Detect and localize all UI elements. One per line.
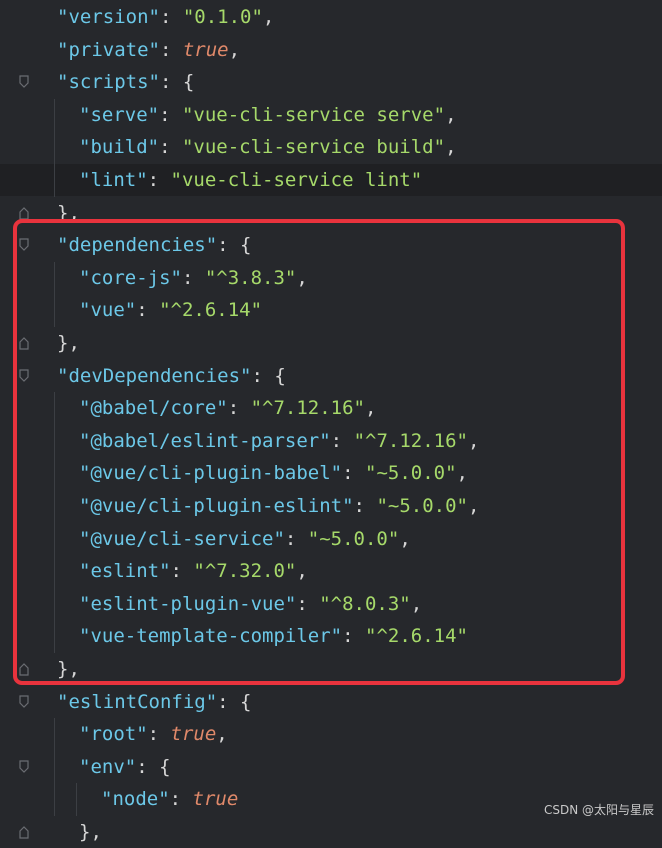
code-token: "build" (79, 136, 160, 159)
code-line[interactable]: "serve": "vue-cli-service serve", (0, 99, 662, 131)
code-token: "lint" (79, 169, 148, 191)
code-line[interactable]: }, (0, 816, 662, 848)
code-token: "eslintConfig" (57, 690, 218, 713)
code-line[interactable]: "eslintConfig": { (0, 686, 662, 718)
code-token: : (147, 169, 171, 191)
code-token: "node" (101, 788, 170, 811)
code-token: , (228, 38, 241, 61)
code-line[interactable]: "private": true, (0, 34, 662, 66)
code-token: : { (136, 755, 171, 778)
fold-open-icon[interactable] (18, 75, 30, 89)
code-token: , (445, 136, 457, 159)
code-token: "scripts" (57, 71, 160, 94)
indent-guide (54, 98, 55, 197)
code-text: "build": "vue-cli-service build", (79, 131, 457, 163)
code-text: }, (79, 816, 102, 848)
fold-open-icon[interactable] (18, 760, 30, 774)
fold-open-icon[interactable] (18, 694, 30, 709)
code-line[interactable]: "root": true, (0, 718, 662, 750)
code-token: "serve" (79, 103, 160, 126)
indent-guide (54, 718, 55, 816)
code-text: "private": true, (57, 34, 240, 66)
code-text: "eslintConfig": { (57, 686, 251, 718)
code-token: }, (79, 821, 102, 843)
code-token: "vue-cli-service lint" (170, 169, 423, 191)
code-text: "env": { (79, 751, 171, 783)
code-token: , (445, 103, 457, 126)
code-token: : { (159, 71, 195, 94)
code-token: true (170, 723, 217, 746)
code-text: "node": true (101, 783, 238, 815)
code-token: : (159, 6, 183, 28)
code-line[interactable]: "build": "vue-cli-service build", (0, 131, 662, 163)
code-token: "private" (57, 38, 160, 61)
code-editor[interactable]: "version": "0.1.0", "private": true, "scri… (0, 0, 662, 843)
code-line[interactable]: "version": "0.1.0", (0, 1, 662, 33)
code-token: , (262, 6, 275, 28)
code-text: "scripts": { (57, 66, 194, 98)
fold-close-icon[interactable] (18, 825, 30, 839)
code-token: "vue-cli-service build" (181, 136, 446, 159)
code-token: : (147, 723, 171, 746)
indent-guide (76, 783, 77, 816)
code-token: : (159, 38, 183, 61)
code-token: "version" (57, 6, 160, 28)
fold-close-icon[interactable] (18, 206, 30, 220)
code-token: "root" (79, 723, 148, 746)
code-token: "vue-cli-service serve" (181, 103, 446, 126)
code-token: "0.1.0" (182, 6, 263, 28)
code-line[interactable]: "scripts": { (0, 66, 662, 98)
code-text: "version": "0.1.0", (57, 1, 274, 33)
code-text: "serve": "vue-cli-service serve", (79, 99, 457, 131)
code-token: "env" (79, 755, 137, 778)
code-token: : (169, 788, 193, 811)
code-text: "lint": "vue-cli-service lint" (79, 164, 422, 196)
code-token: : { (217, 690, 252, 713)
code-token: : (159, 103, 182, 126)
code-line[interactable]: "lint": "vue-cli-service lint" (0, 164, 662, 196)
code-text: "root": true, (79, 718, 228, 750)
code-line[interactable]: "env": { (0, 751, 662, 783)
watermark: CSDN @太阳与星辰 (543, 803, 654, 817)
code-token: true (182, 38, 229, 61)
code-token: , (216, 723, 228, 746)
code-token: true (192, 788, 239, 811)
highlight-annotation-box (13, 219, 625, 685)
code-token: : (159, 136, 182, 159)
